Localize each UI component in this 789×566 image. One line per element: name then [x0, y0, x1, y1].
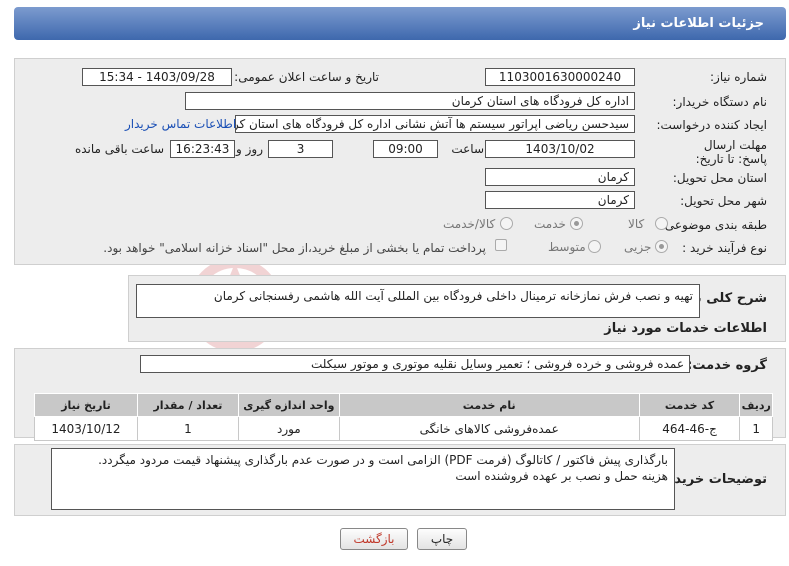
category-radio-goods[interactable]	[655, 217, 668, 230]
info-panel	[14, 58, 786, 265]
col-service-name: نام خدمت	[338, 393, 640, 417]
contact-buyer-link[interactable]: اطلاعات تماس خریدار	[125, 117, 236, 131]
table-header-row: ردیف کد خدمت نام خدمت واحد اندازه گیری ت…	[34, 393, 773, 417]
need-number-field[interactable]: 1103001630000240	[485, 68, 635, 86]
deadline-time-field[interactable]: 09:00	[373, 140, 438, 158]
table-row[interactable]: 1 ج-46-464 عمده‌فروشی کالاهای خانگی مورد…	[34, 416, 773, 441]
page-header: جزئیات اطلاعات نیاز	[14, 7, 786, 40]
col-service-code: کد خدمت	[638, 393, 741, 417]
category-option-goods-service: کالا/خدمت	[443, 217, 496, 231]
service-group-field[interactable]: عمده فروشی و خرده فروشی ؛ تعمیر وسایل نق…	[140, 355, 690, 373]
treasury-checkbox[interactable]	[495, 239, 507, 251]
city-field[interactable]: کرمان	[485, 191, 635, 209]
category-option-goods: کالا	[628, 217, 645, 231]
col-row-number: ردیف	[739, 393, 773, 417]
buyer-org-label: نام دستگاه خریدار:	[672, 95, 768, 109]
remaining-label: ساعت باقی مانده	[74, 142, 164, 156]
process-label: نوع فرآیند خرید :	[682, 241, 767, 255]
print-button[interactable]: چاپ	[417, 528, 467, 550]
category-label: طبقه بندی موضوعی:	[660, 218, 767, 232]
cell-service-code: ج-46-464	[638, 416, 741, 441]
process-option-medium: متوسط	[548, 240, 586, 254]
province-field[interactable]: کرمان	[485, 168, 635, 186]
process-option-minor: جزیی	[624, 240, 652, 254]
col-need-date: تاریخ نیاز	[34, 393, 138, 417]
general-desc-textarea[interactable]: تهیه و نصب فرش نمازخانه ترمینال داخلی فر…	[136, 284, 700, 318]
service-group-label: گروه خدمت:	[687, 358, 767, 373]
page-title: جزئیات اطلاعات نیاز	[633, 16, 764, 31]
process-radio-minor[interactable]	[655, 240, 668, 253]
category-radio-goods-service[interactable]	[500, 217, 513, 230]
services-section-title: اطلاعات خدمات مورد نیاز	[604, 321, 767, 336]
cell-unit: مورد	[237, 416, 340, 441]
announce-field[interactable]: 1403/09/28 - 15:34	[82, 68, 232, 86]
remaining-time-field[interactable]: 16:23:43	[170, 140, 235, 158]
creator-field[interactable]: سیدحسن ریاضی اپراتور سیستم ها آتش نشانی …	[235, 115, 635, 133]
general-desc-text: تهیه و نصب فرش نمازخانه ترمینال داخلی فر…	[213, 289, 693, 303]
back-button[interactable]: بازگشت	[340, 528, 408, 550]
cell-quantity: 1	[136, 416, 239, 441]
days-field[interactable]: 3	[268, 140, 333, 158]
need-number-label: شماره نیاز:	[710, 70, 767, 84]
buyer-notes-line-1: بارگذاری پیش فاکتور / کاتالوگ (فرمت PDF)…	[98, 453, 668, 467]
days-label: روز و	[236, 142, 263, 156]
buyer-notes-line-2: هزینه حمل و نصب بر عهده فروشنده است	[455, 469, 668, 483]
deadline-date-field[interactable]: 1403/10/02	[485, 140, 635, 158]
city-label: شهر محل تحویل:	[680, 194, 767, 208]
buyer-notes-textarea[interactable]: بارگذاری پیش فاکتور / کاتالوگ (فرمت PDF)…	[51, 448, 675, 510]
province-label: استان محل تحویل:	[672, 171, 767, 185]
treasury-note: پرداخت تمام یا بخشی از مبلغ خرید،از محل …	[103, 241, 486, 255]
col-unit: واحد اندازه گیری	[237, 393, 340, 417]
category-option-service: خدمت	[534, 217, 566, 231]
col-quantity: تعداد / مقدار	[136, 393, 239, 417]
category-radio-service[interactable]	[570, 217, 583, 230]
cell-need-date: 1403/10/12	[34, 416, 138, 441]
services-table: ردیف کد خدمت نام خدمت واحد اندازه گیری ت…	[34, 393, 773, 441]
cell-row-number: 1	[739, 416, 773, 441]
deadline-label: مهلت ارسال پاسخ: تا تاریخ:	[695, 138, 767, 166]
buyer-org-field[interactable]: اداره کل فرودگاه های استان کرمان	[185, 92, 635, 110]
announce-label: تاریخ و ساعت اعلان عمومی:	[234, 70, 379, 84]
cell-service-name: عمده‌فروشی کالاهای خانگی	[338, 416, 640, 441]
process-radio-medium[interactable]	[588, 240, 601, 253]
creator-label: ایجاد کننده درخواست:	[656, 118, 767, 132]
time-label: ساعت	[451, 142, 484, 156]
